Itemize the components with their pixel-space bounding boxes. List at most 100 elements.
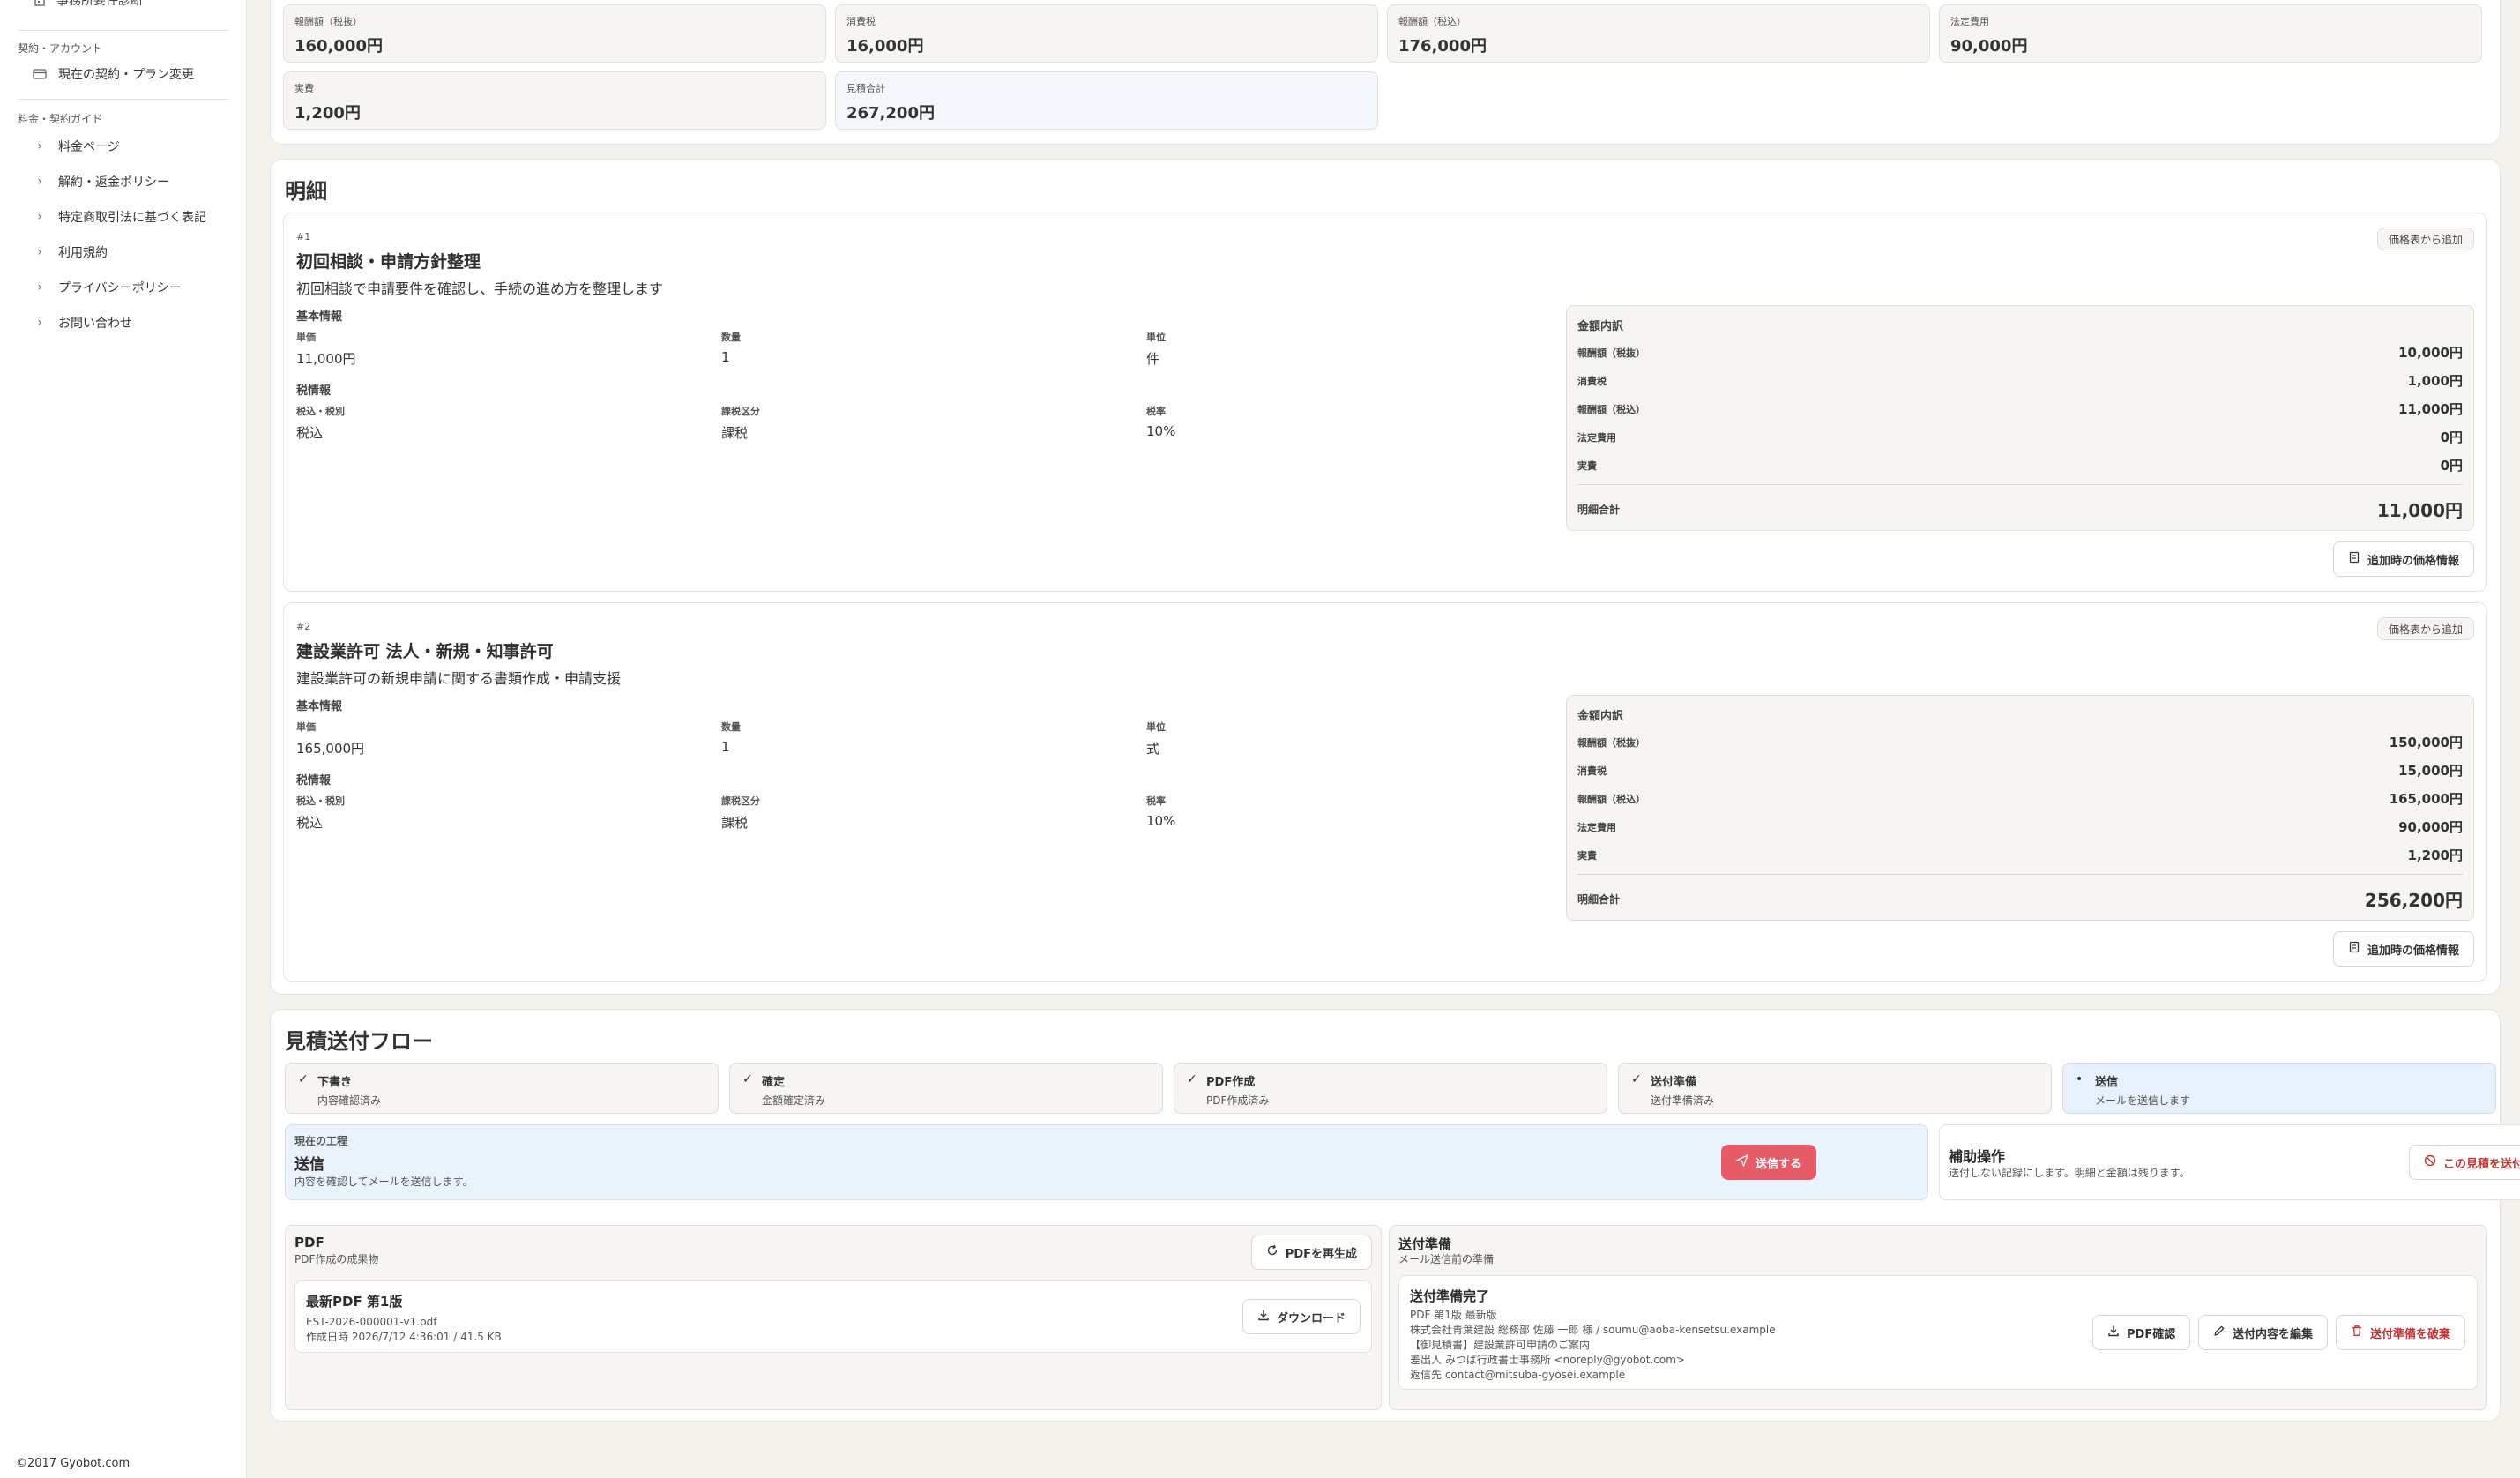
button-label: PDFを再生成 — [1285, 1247, 1357, 1261]
line-item: #1 初回相談・申請方針整理 初回相談で申請要件を確認し、手続の進め方を整理しま… — [283, 213, 2487, 592]
button-label: PDF確認 — [2127, 1327, 2176, 1341]
regenerate-pdf-button[interactable]: PDFを再生成 — [1250, 1235, 1372, 1270]
tax-info-heading: 税情報 — [296, 774, 332, 788]
summary-tile-total: 見積合計 267,200円 — [835, 71, 1378, 130]
price-info-button[interactable]: 追加時の価格情報 — [2332, 541, 2474, 577]
item-number: #1 — [296, 231, 311, 243]
sidebar-item-plan[interactable]: 現在の契約・プラン変更 — [32, 65, 194, 83]
download-button[interactable]: ダウンロード — [1241, 1299, 1361, 1334]
amount-total-value: 11,000円 — [2376, 500, 2463, 521]
check-icon: ✓ — [742, 1072, 753, 1086]
field-label: 課税区分 — [721, 406, 760, 417]
amount-label: 報酬額（税込） — [1577, 793, 1645, 805]
amount-value: 0円 — [2440, 458, 2463, 474]
amount-total-label: 明細合計 — [1577, 893, 1621, 906]
sidebar-item-contact[interactable]: › お問い合わせ — [32, 314, 132, 332]
field-tax-class: 課税区分 課税 — [721, 404, 760, 442]
prep-status-card: 送付準備完了 PDF 第1版 最新版 株式会社青葉建設 総務部 佐藤 一郎 様 … — [1398, 1275, 2478, 1390]
sidebar-item-refund[interactable]: › 解約・返金ポリシー — [32, 173, 169, 190]
button-label: 送付準備を破棄 — [2370, 1327, 2451, 1341]
summary-value: 176,000円 — [1398, 37, 1487, 56]
field-label: 税込・税別 — [296, 406, 345, 417]
pdf-filename: EST-2026-000001-v1.pdf — [306, 1316, 437, 1328]
amount-value: 0円 — [2440, 429, 2463, 445]
summary-tile: 報酬額（税込） 176,000円 — [1387, 4, 1930, 63]
summary-value: 160,000円 — [294, 37, 383, 56]
divider — [1577, 484, 2463, 485]
details-panel: 明細 #1 初回相談・申請方針整理 初回相談で申請要件を確認し、手続の進め方を整… — [270, 159, 2501, 995]
amount-row: 報酬額（税込） 165,000円 — [1577, 789, 2463, 808]
field-tax-incl: 税込・税別 税込 — [296, 794, 345, 832]
chevron-right-icon: › — [37, 139, 42, 153]
auxiliary-title: 補助操作 — [1949, 1148, 2006, 1165]
building-icon — [32, 0, 48, 8]
prep-line: 返信先 contact@mitsuba-gyosei.example — [1410, 1369, 1626, 1381]
sidebar-item-label: 事務所要件診断 — [56, 0, 143, 8]
check-icon: ✓ — [1631, 1072, 1642, 1086]
summary-tile: 実費 1,200円 — [283, 71, 826, 130]
latest-pdf-card: 最新PDF 第1版 EST-2026-000001-v1.pdf 作成日時 20… — [294, 1280, 1372, 1353]
discard-preparation-button[interactable]: 送付準備を破棄 — [2336, 1315, 2466, 1350]
send-button[interactable]: 送信する — [1721, 1145, 1817, 1180]
prep-status: 送付準備完了 — [1410, 1288, 1490, 1304]
step-title: 送信 — [2095, 1076, 2119, 1089]
amount-row: 法定費用 90,000円 — [1577, 817, 2463, 836]
pdf-panel: PDF PDF作成の成果物 PDFを再生成 最新PDF 第1版 EST-2026… — [285, 1225, 1382, 1410]
summary-value: 16,000円 — [846, 37, 924, 56]
sidebar-item-label: 利用規約 — [58, 246, 108, 260]
amount-value: 1,000円 — [2407, 373, 2463, 389]
price-info-button[interactable]: 追加時の価格情報 — [2332, 931, 2474, 967]
chevron-right-icon: › — [37, 175, 42, 189]
amount-label: 報酬額（税抜） — [1577, 347, 1645, 359]
field-value: 10% — [1146, 423, 1176, 439]
amount-breakdown: 金額内訳 報酬額（税抜） 10,000円 消費税 1,000円 報酬額（税込） 11,… — [1566, 305, 2474, 531]
flow-step-send: • 送信 メールを送信します — [2062, 1063, 2496, 1114]
pdf-title: PDF — [294, 1235, 324, 1250]
source-badge: 価格表から追加 — [2376, 228, 2474, 250]
sidebar-item-tokusho[interactable]: › 特定商取引法に基づく表記 — [32, 208, 206, 226]
auxiliary-actions: 補助操作 送付しない記録にします。明細と金額は残ります。 この見積を送付しない — [1939, 1124, 2520, 1200]
amount-row: 消費税 1,000円 — [1577, 371, 2463, 390]
check-icon: ✓ — [1187, 1072, 1197, 1086]
step-title: 確定 — [762, 1076, 786, 1089]
sidebar-item-label: 特定商取引法に基づく表記 — [58, 211, 206, 225]
edit-send-content-button[interactable]: 送付内容を編集 — [2198, 1315, 2329, 1350]
amount-total-label: 明細合計 — [1577, 504, 1621, 516]
button-label: この見積を送付しない — [2443, 1157, 2520, 1171]
sidebar-item-terms[interactable]: › 利用規約 — [32, 243, 108, 261]
sidebar-item-pricing[interactable]: › 料金ページ — [32, 138, 120, 155]
download-icon — [2107, 1325, 2120, 1340]
button-label: 追加時の価格情報 — [2367, 944, 2459, 958]
sidebar-item-diagnosis[interactable]: 事務所要件診断 — [32, 0, 143, 9]
field-label: 数量 — [721, 332, 741, 343]
pdf-check-button[interactable]: PDF確認 — [2092, 1315, 2191, 1350]
amount-total-row: 明細合計 11,000円 — [1577, 496, 2463, 522]
summary-label: 実費 — [294, 83, 314, 94]
amount-label: 報酬額（税込） — [1577, 403, 1645, 415]
do-not-send-button[interactable]: この見積を送付しない — [2409, 1145, 2520, 1180]
trash-icon — [2351, 1325, 2363, 1340]
download-icon — [1257, 1309, 1270, 1325]
flow-step-confirm: ✓ 確定 金額確定済み — [729, 1063, 1163, 1114]
amount-value: 11,000円 — [2398, 401, 2463, 417]
field-value: 1 — [721, 739, 730, 755]
field-label: 単価 — [296, 721, 316, 733]
sidebar-item-label: 料金ページ — [58, 140, 120, 154]
field-label: 課税区分 — [721, 795, 760, 807]
button-label: 送付内容を編集 — [2233, 1327, 2314, 1341]
line-item: #2 建設業許可 法人・新規・知事許可 建設業許可の新規申請に関する書類作成・申… — [283, 602, 2487, 982]
summary-value: 90,000円 — [1950, 37, 2028, 56]
divider — [1577, 874, 2463, 875]
summary-tile: 報酬額（税抜） 160,000円 — [283, 4, 826, 63]
dot-icon: • — [2076, 1072, 2084, 1086]
amount-row: 報酬額（税抜） 150,000円 — [1577, 733, 2463, 751]
field-label: 単価 — [296, 332, 316, 343]
divider — [18, 30, 229, 31]
field-value: 1 — [721, 349, 730, 365]
item-name: 初回相談・申請方針整理 — [296, 252, 481, 272]
amount-breakdown: 金額内訳 報酬額（税抜） 150,000円 消費税 15,000円 報酬額（税込） 1… — [1566, 695, 2474, 921]
sidebar-item-privacy[interactable]: › プライバシーポリシー — [32, 279, 182, 296]
field-unit-price: 単価 11,000円 — [296, 330, 356, 368]
summary-tile: 消費税 16,000円 — [835, 4, 1378, 63]
button-label: 送信する — [1756, 1157, 1802, 1171]
